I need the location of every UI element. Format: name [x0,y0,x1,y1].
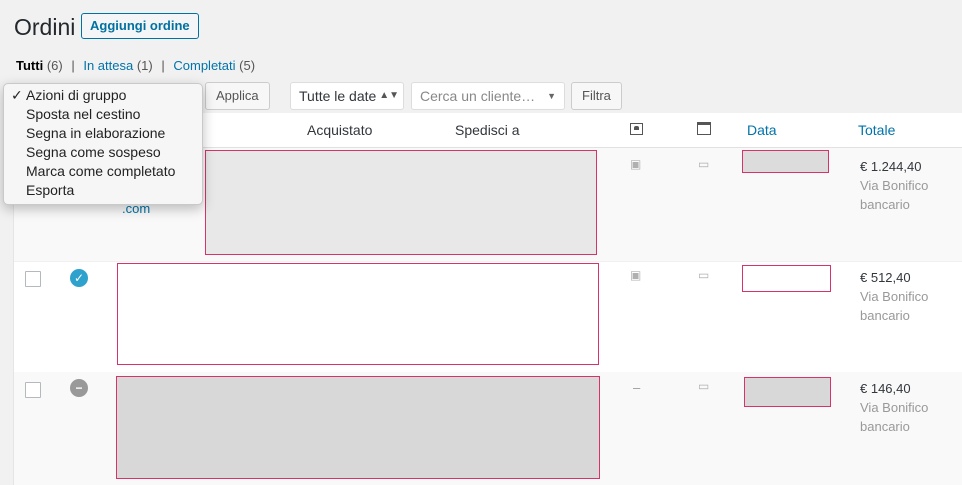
bulk-option-processing[interactable]: Segna in elaborazione [4,124,202,143]
column-date[interactable]: Data [747,122,777,138]
caret-down-icon: ▼ [547,91,556,101]
billing-address-icon [630,123,643,135]
payment-method-cont: bancario [860,308,910,323]
customer-search-select[interactable]: Cerca un cliente… ▼ [411,82,565,110]
on-hold-minus-icon: − [70,379,88,397]
apply-button[interactable]: Applica [205,82,270,110]
customer-message-icon [697,122,711,135]
total-amount: € 512,40 [860,270,911,285]
bulk-option-completed[interactable]: Marca come completato [4,162,202,181]
redacted-date [742,265,831,292]
filter-all-count: (6) [46,58,63,73]
note-icon: ▭ [698,379,710,393]
page-title: Ordini [14,14,76,40]
payment-method-cont: bancario [860,197,910,212]
payment-method-cont: bancario [860,419,910,434]
bulk-option-trash[interactable]: Sposta nel cestino [4,105,202,124]
customer-search-placeholder: Cerca un cliente… [420,88,536,104]
separator: | [161,58,165,73]
filter-on-hold-count: (1) [136,58,153,73]
bulk-option-export[interactable]: Esporta [4,181,202,200]
filter-button[interactable]: Filtra [571,82,622,110]
filter-all[interactable]: Tutti [16,58,43,73]
note-icon: ▭ [698,157,710,171]
column-total[interactable]: Totale [858,122,895,138]
payment-method: Via Bonifico [860,178,929,193]
order-total: € 146,40 Via Bonifico bancario [860,379,928,436]
order-total: € 512,40 Via Bonifico bancario [860,268,928,325]
order-total: € 1.244,40 Via Bonifico bancario [860,157,928,214]
redacted-block [117,263,599,365]
payment-method: Via Bonifico [860,400,929,415]
redacted-block [116,376,600,479]
bulk-option-group-actions[interactable]: ✓ Azioni di gruppo [4,86,202,105]
payment-method: Via Bonifico [860,289,929,304]
row-checkbox[interactable] [25,271,41,287]
redacted-date [742,150,829,173]
total-amount: € 146,40 [860,381,911,396]
billing-icon: ▣ [630,157,642,171]
redacted-block [205,150,597,255]
column-ship-to: Spedisci a [455,122,520,138]
date-filter-value: Tutte le date [299,88,377,104]
filter-completed-count: (5) [239,58,256,73]
row-checkbox[interactable] [25,382,41,398]
note-icon: ▭ [698,268,710,282]
checkmark-icon: ✓ [11,87,23,103]
filter-completed[interactable]: Completati [173,58,235,73]
bulk-option-label: Azioni di gruppo [26,87,127,103]
date-filter-select[interactable]: Tutte le date ▲▼ [290,82,404,110]
column-purchased: Acquistato [307,122,373,138]
completed-check-icon: ✓ [70,269,88,287]
redacted-date [744,377,831,407]
separator: | [71,58,75,73]
filter-on-hold[interactable]: In attesa [83,58,133,73]
total-amount: € 1.244,40 [860,159,922,174]
bulk-actions-dropdown[interactable]: ✓ Azioni di gruppo Sposta nel cestino Se… [3,83,203,205]
add-order-button[interactable]: Aggiungi ordine [81,13,199,39]
bulk-option-on-hold[interactable]: Segna come sospeso [4,143,202,162]
billing-icon: ▣ [630,268,642,282]
billing-empty: – [633,380,641,395]
status-filters: Tutti (6) | In attesa (1) | Completati (… [16,58,255,73]
updown-arrows-icon: ▲▼ [379,90,399,101]
